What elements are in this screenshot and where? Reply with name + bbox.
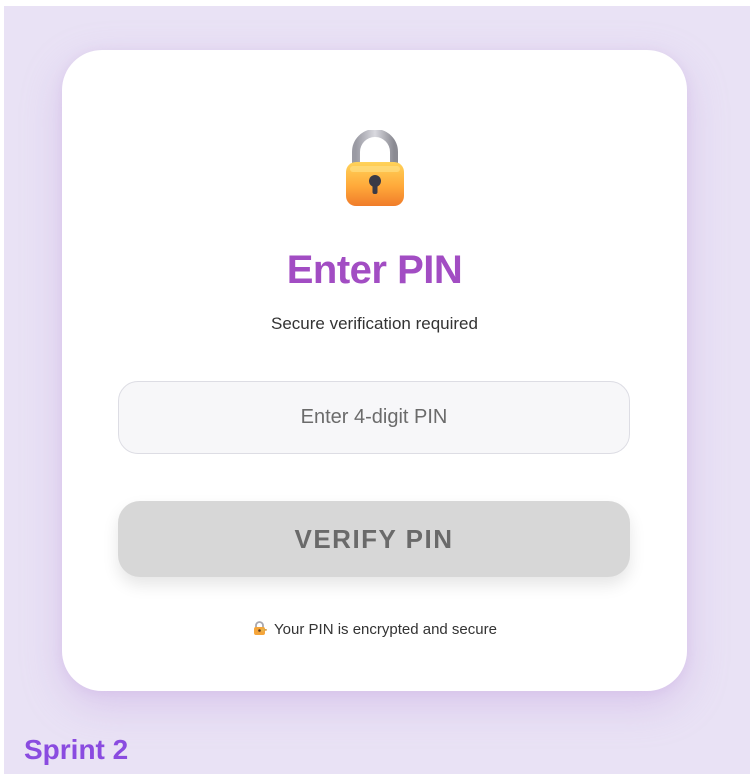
verify-pin-button[interactable]: VERIFY PIN [118,501,630,577]
page-subtitle: Secure verification required [271,314,478,333]
lock-icon [346,130,404,206]
security-note-text: Your PIN is encrypted and secure [274,621,497,638]
security-note: Your PIN is encrypted and secure [62,620,687,638]
pin-card: Enter PIN Secure verification required V… [62,50,687,691]
lock-with-key-icon [254,621,268,635]
pin-input[interactable] [118,381,630,454]
sprint-label: Sprint 2 [24,734,129,765]
page-title: Enter PIN [286,248,463,292]
